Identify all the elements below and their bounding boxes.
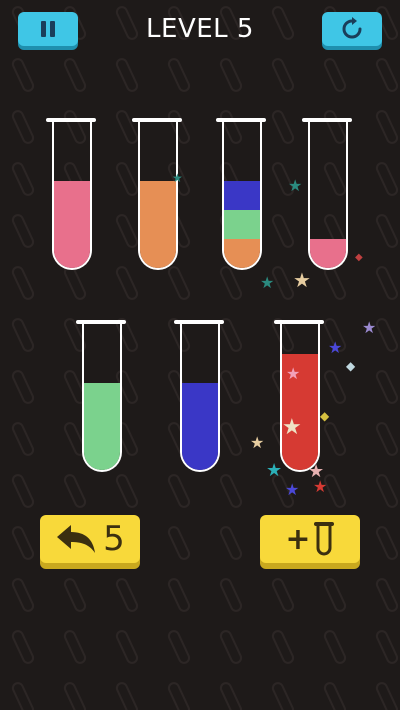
test-tube-2[interactable] [138,120,178,270]
confetti-star: ◆ [320,409,330,423]
test-tube-6[interactable] [180,322,220,472]
test-tube-4[interactable] [308,120,348,270]
liquid-layer [224,181,260,210]
tube-rim [302,118,352,122]
undo-arrow-icon [57,525,96,553]
add-tube-button[interactable]: + [260,515,360,563]
confetti-star: ◆ [346,359,356,373]
confetti-star: ★ [362,318,377,337]
test-tube-5[interactable] [82,322,122,472]
add-tube-plus: + [285,521,311,557]
confetti-star: ★ [266,460,283,481]
liquid-layer [182,383,218,470]
tube-rim [274,320,324,324]
test-tube-1[interactable] [52,120,92,270]
liquid-layer [224,210,260,239]
tube-rim [216,118,266,122]
tube-rim [174,320,224,324]
confetti-star: ★ [260,273,275,292]
confetti-star: ★ [288,176,303,195]
confetti-star: ★ [285,480,300,499]
liquid-layer [84,383,120,470]
confetti-star: ★ [286,364,301,383]
liquid-layer [310,239,346,268]
liquid-layer [54,181,90,268]
confetti-star: ★ [250,433,265,452]
tube-rim [46,118,96,122]
undo-button[interactable]: 5 [40,515,140,563]
test-tube-3[interactable] [222,120,262,270]
liquid-layer [224,239,260,268]
test-tube-icon [313,522,334,556]
tube-rim [76,320,126,324]
confetti-star: ★ [172,171,183,185]
liquid-layer [140,181,176,268]
restart-icon [342,17,362,39]
confetti-star: ◆ [355,252,363,263]
undo-count: 5 [103,519,125,559]
confetti-star: ★ [328,338,343,357]
test-tube-7[interactable] [280,322,320,472]
confetti-star: ★ [293,268,311,292]
restart-button[interactable] [322,12,382,46]
confetti-star: ★ [282,415,302,440]
tube-rim [132,118,182,122]
confetti-star: ★ [313,477,328,496]
